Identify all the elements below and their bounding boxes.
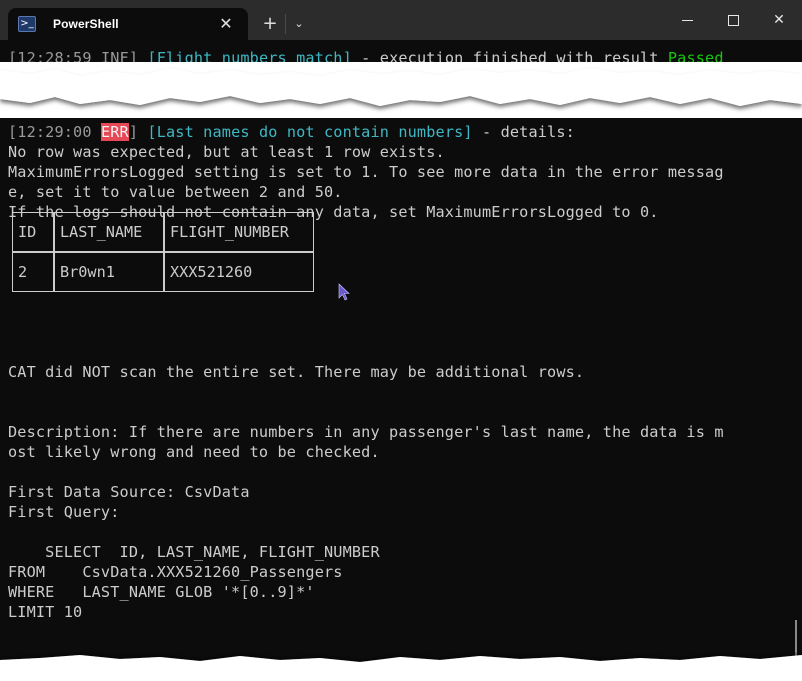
terminal-output[interactable]: [12:28:59 INF] [Flight numbers match] - … bbox=[0, 40, 802, 681]
close-tab-icon[interactable]: ✕ bbox=[216, 14, 236, 34]
detail-line: MaximumErrorsLogged setting is set to 1.… bbox=[8, 163, 724, 181]
maximize-icon bbox=[727, 14, 739, 26]
detail-line: e, set it to value between 2 and 50. bbox=[8, 183, 343, 201]
query-line: LIMIT 10 bbox=[8, 603, 83, 621]
log-level-err-badge: ERR bbox=[100, 123, 129, 141]
terminal-window: >_ PowerShell ✕ + ⌄ ✕ [12:28:59 INF] [Fl… bbox=[0, 0, 802, 681]
minimize-button[interactable] bbox=[664, 6, 710, 34]
first-data-source: First Data Source: CsvData bbox=[8, 483, 250, 501]
mouse-pointer-icon bbox=[338, 283, 350, 301]
scan-notice: CAT did NOT scan the entire set. There m… bbox=[8, 363, 585, 381]
maximize-button[interactable] bbox=[710, 6, 756, 34]
table-header-cell: ID bbox=[12, 212, 54, 252]
table-row: 2 Br0wn1 XXX521260 bbox=[12, 252, 314, 292]
query-line: FROM CsvData.XXX521260_Passengers bbox=[8, 563, 343, 581]
plus-icon[interactable]: + bbox=[258, 12, 282, 36]
table-header-row: ID LAST_NAME FLIGHT_NUMBER bbox=[12, 212, 314, 252]
torn-paper-bottom bbox=[0, 655, 802, 681]
table-cell: 2 bbox=[12, 252, 54, 292]
query-line: WHERE LAST_NAME GLOB '*[0..9]*' bbox=[8, 583, 315, 601]
log-timestamp: [12:29:00 bbox=[8, 123, 101, 141]
query-line: SELECT ID, LAST_NAME, FLIGHT_NUMBER bbox=[8, 543, 380, 561]
result-table: ID LAST_NAME FLIGHT_NUMBER 2 Br0wn1 XXX5… bbox=[12, 212, 314, 292]
first-query-label: First Query: bbox=[8, 503, 120, 521]
scrollbar-thumb[interactable] bbox=[795, 620, 797, 656]
close-window-button[interactable]: ✕ bbox=[756, 6, 802, 34]
log-bracket: ] bbox=[128, 123, 148, 141]
tab-separator bbox=[285, 14, 286, 34]
torn-paper-divider bbox=[0, 62, 802, 118]
powershell-icon: >_ bbox=[18, 16, 36, 32]
table-cell: XXX521260 bbox=[164, 252, 314, 292]
table-header-cell: FLIGHT_NUMBER bbox=[164, 212, 314, 252]
tab-powershell[interactable]: >_ PowerShell ✕ bbox=[8, 8, 248, 40]
detail-line: No row was expected, but at least 1 row … bbox=[8, 143, 445, 161]
description-line: ost likely wrong and need to be checked. bbox=[8, 443, 380, 461]
minimize-icon bbox=[681, 19, 693, 21]
tab-title: PowerShell bbox=[53, 17, 119, 31]
log-message: - details: bbox=[472, 123, 575, 141]
chevron-down-icon[interactable]: ⌄ bbox=[290, 12, 308, 36]
title-bar: >_ PowerShell ✕ + ⌄ ✕ bbox=[0, 0, 802, 40]
table-cell: Br0wn1 bbox=[54, 252, 164, 292]
close-icon: ✕ bbox=[773, 12, 785, 28]
test-name: [Last names do not contain numbers] bbox=[147, 123, 473, 141]
description-line: Description: If there are numbers in any… bbox=[8, 423, 724, 441]
table-header-cell: LAST_NAME bbox=[54, 212, 164, 252]
log-line-err: [12:29:00 ERR] [Last names do not contai… bbox=[8, 122, 575, 142]
